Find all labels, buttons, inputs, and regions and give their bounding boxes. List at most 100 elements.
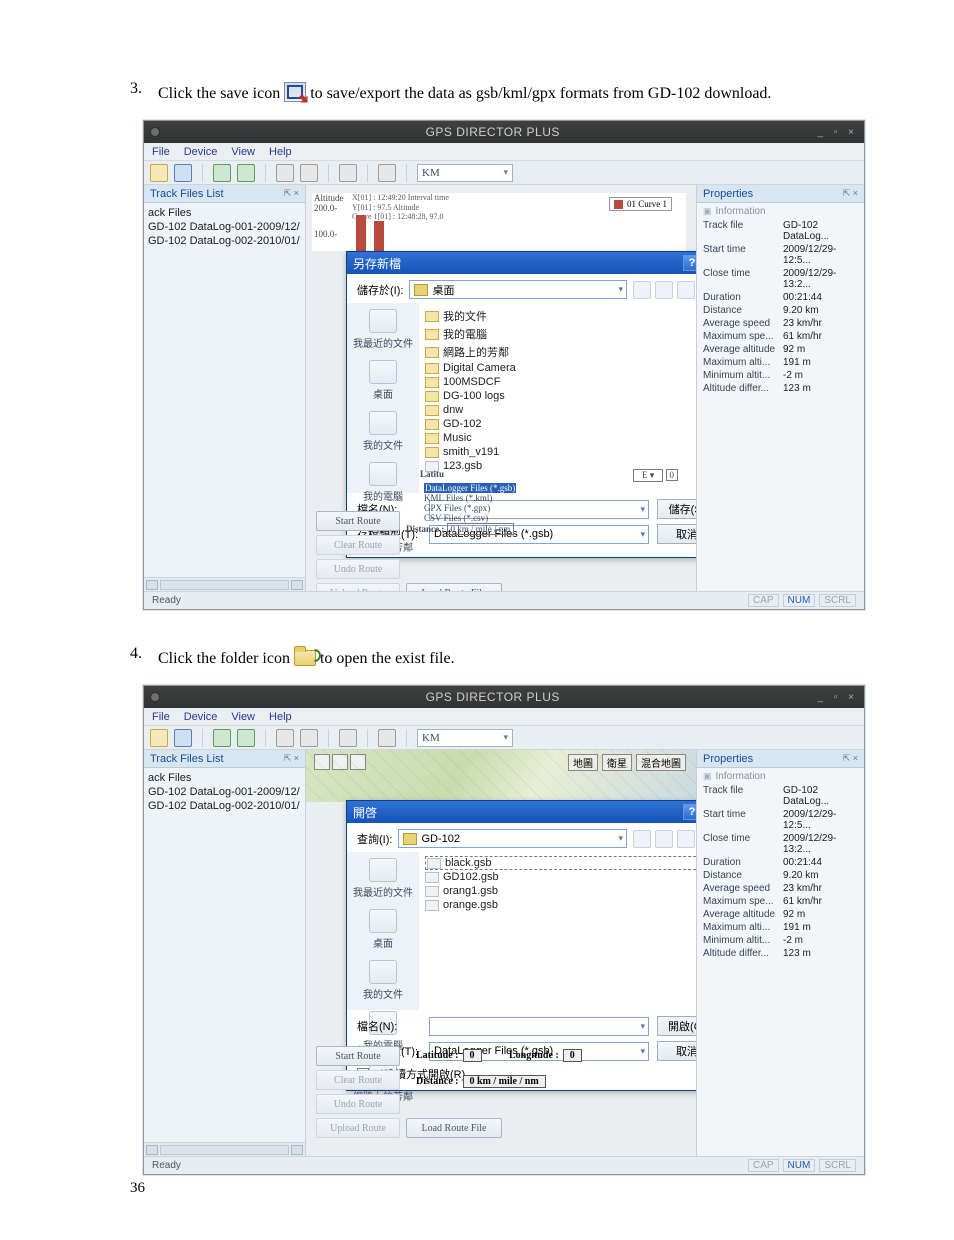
open-button[interactable]: 開啟(O) [657, 1016, 696, 1036]
save-toolbar-icon[interactable] [174, 164, 192, 182]
map-tab[interactable]: 地圖 [568, 754, 598, 771]
menu-help[interactable]: Help [269, 146, 292, 158]
menu-view[interactable]: View [231, 146, 255, 158]
toolbar-button[interactable] [339, 164, 357, 182]
pin-icon[interactable]: ⇱ × [284, 753, 299, 764]
track-group: ack Files [148, 206, 301, 220]
open-icon[interactable] [150, 164, 168, 182]
places-item[interactable]: 桌面 [369, 909, 397, 950]
pin-icon[interactable]: ⇱ × [843, 753, 858, 764]
lookin-select[interactable]: 桌面 [409, 280, 627, 299]
clear-route-button[interactable]: Clear Route [316, 1070, 400, 1090]
clear-route-button[interactable]: Clear Route [316, 535, 400, 555]
toolbar: KM [144, 726, 864, 750]
map-ruler-icon[interactable] [350, 754, 366, 770]
upload-route-button[interactable]: Upload Route [316, 1118, 400, 1138]
undo-route-button[interactable]: Undo Route [316, 1094, 400, 1114]
undo-route-button[interactable]: Undo Route [316, 559, 400, 579]
toolbar-button[interactable] [276, 729, 294, 747]
up-icon[interactable] [655, 830, 673, 848]
file-list[interactable]: 我的文件 我的電腦 網路上的芳鄰 Digital Camera 100MSDCF… [419, 303, 696, 493]
window-controls[interactable]: _ ▫ × [817, 127, 858, 138]
menu-help[interactable]: Help [269, 711, 292, 723]
track-item[interactable]: GD-102 DataLog-002-2010/01/ [148, 799, 301, 813]
center-area: Altitude X[01] : 12:49:20 Interval time … [306, 185, 696, 591]
scrollbar[interactable] [144, 577, 305, 591]
newfolder-icon[interactable] [677, 830, 695, 848]
open-dialog-title: 開啓 [353, 804, 377, 821]
dialog-help-icon[interactable]: ? [683, 804, 696, 820]
toolbar-button[interactable] [339, 729, 357, 747]
track-files-panel: Track Files List ⇱ × ack Files GD-102 Da… [144, 750, 306, 1156]
back-icon[interactable] [633, 830, 651, 848]
toolbar-button[interactable] [237, 164, 255, 182]
list-item: 網路上的芳鄰 [425, 343, 696, 361]
map-pan-icon[interactable] [314, 754, 330, 770]
toolbar-button[interactable] [276, 164, 294, 182]
list-item: Digital Camera [425, 361, 696, 375]
open-icon[interactable] [150, 729, 168, 747]
track-files-panel: Track Files List ⇱ × ack Files GD-102 Da… [144, 185, 306, 591]
lookin-select[interactable]: GD-102 [398, 829, 627, 848]
save-toolbar-icon[interactable] [174, 729, 192, 747]
map-view[interactable]: 地圖 衛星 混合地圖 [306, 750, 696, 802]
map-tab[interactable]: 混合地圖 [636, 754, 686, 771]
toolbar-button[interactable] [237, 729, 255, 747]
start-route-button[interactable]: Start Route [316, 1046, 400, 1066]
window-controls[interactable]: _ ▫ × [817, 692, 858, 703]
step3-text-before: Click the save icon [158, 85, 280, 102]
step3-number: 3. [130, 80, 158, 107]
places-item[interactable]: 我最近的文件 [353, 858, 413, 899]
menu-file[interactable]: File [152, 711, 170, 723]
load-route-button[interactable]: Load Route File [406, 1118, 502, 1138]
toolbar-button[interactable] [213, 729, 231, 747]
screenshot-save: GPS DIRECTOR PLUS _ ▫ × File Device View… [142, 119, 866, 611]
table-row: Average speed23 km/hr [703, 317, 858, 330]
newfolder-icon[interactable] [677, 281, 695, 299]
toolbar-button[interactable] [300, 729, 318, 747]
menu-file[interactable]: File [152, 146, 170, 158]
help-icon[interactable] [378, 729, 396, 747]
toolbar-button[interactable] [213, 164, 231, 182]
up-icon[interactable] [655, 281, 673, 299]
menu-device[interactable]: Device [184, 711, 218, 723]
pin-icon[interactable]: ⇱ × [284, 188, 299, 199]
places-item[interactable]: 桌面 [369, 360, 397, 401]
menu-bar: File Device View Help [144, 708, 864, 726]
cancel-button[interactable]: 取消 [657, 524, 696, 544]
upload-route-button[interactable]: Upload Route [316, 583, 400, 591]
help-icon[interactable] [378, 164, 396, 182]
scrollbar[interactable] [144, 1142, 305, 1156]
pin-icon[interactable]: ⇱ × [843, 188, 858, 199]
map-zoom-icon[interactable] [332, 754, 348, 770]
table-row: Distance9.20 km [703, 869, 858, 882]
table-row: Maximum spe...61 km/hr [703, 330, 858, 343]
save-icon [284, 82, 306, 102]
menu-view[interactable]: View [231, 711, 255, 723]
places-item[interactable]: 我的文件 [363, 411, 403, 452]
places-item[interactable]: 我的電腦 [363, 462, 403, 503]
filename-input[interactable] [429, 1017, 649, 1036]
load-route-button[interactable]: Load Route File [406, 583, 502, 591]
menu-device[interactable]: Device [184, 146, 218, 158]
file-list[interactable]: black.gsb GD102.gsb orang1.gsb orange.gs… [419, 852, 696, 1010]
start-route-button[interactable]: Start Route [316, 511, 400, 531]
unit-select[interactable]: KM [417, 729, 513, 747]
places-item[interactable]: 我最近的文件 [353, 309, 413, 350]
places-item[interactable]: 我的文件 [363, 960, 403, 1001]
track-item[interactable]: GD-102 DataLog-001-2009/12/ [148, 220, 301, 234]
table-row: Average speed23 km/hr [703, 882, 858, 895]
list-item: GD-102 [425, 417, 696, 431]
toolbar-button[interactable] [300, 164, 318, 182]
back-icon[interactable] [633, 281, 651, 299]
track-item[interactable]: GD-102 DataLog-001-2009/12/ [148, 785, 301, 799]
dialog-help-icon[interactable]: ? [683, 255, 696, 271]
cancel-button[interactable]: 取消 [657, 1041, 696, 1061]
app-titlebar: GPS DIRECTOR PLUS _ ▫ × [144, 686, 864, 708]
lookin-label: 查詢(I): [357, 831, 392, 847]
track-item[interactable]: GD-102 DataLog-002-2010/01/ [148, 234, 301, 248]
map-tab[interactable]: 衛星 [602, 754, 632, 771]
unit-select[interactable]: KM [417, 164, 513, 182]
table-row: Track fileGD-102 DataLog... [703, 784, 858, 808]
info-category: Information [703, 771, 858, 782]
